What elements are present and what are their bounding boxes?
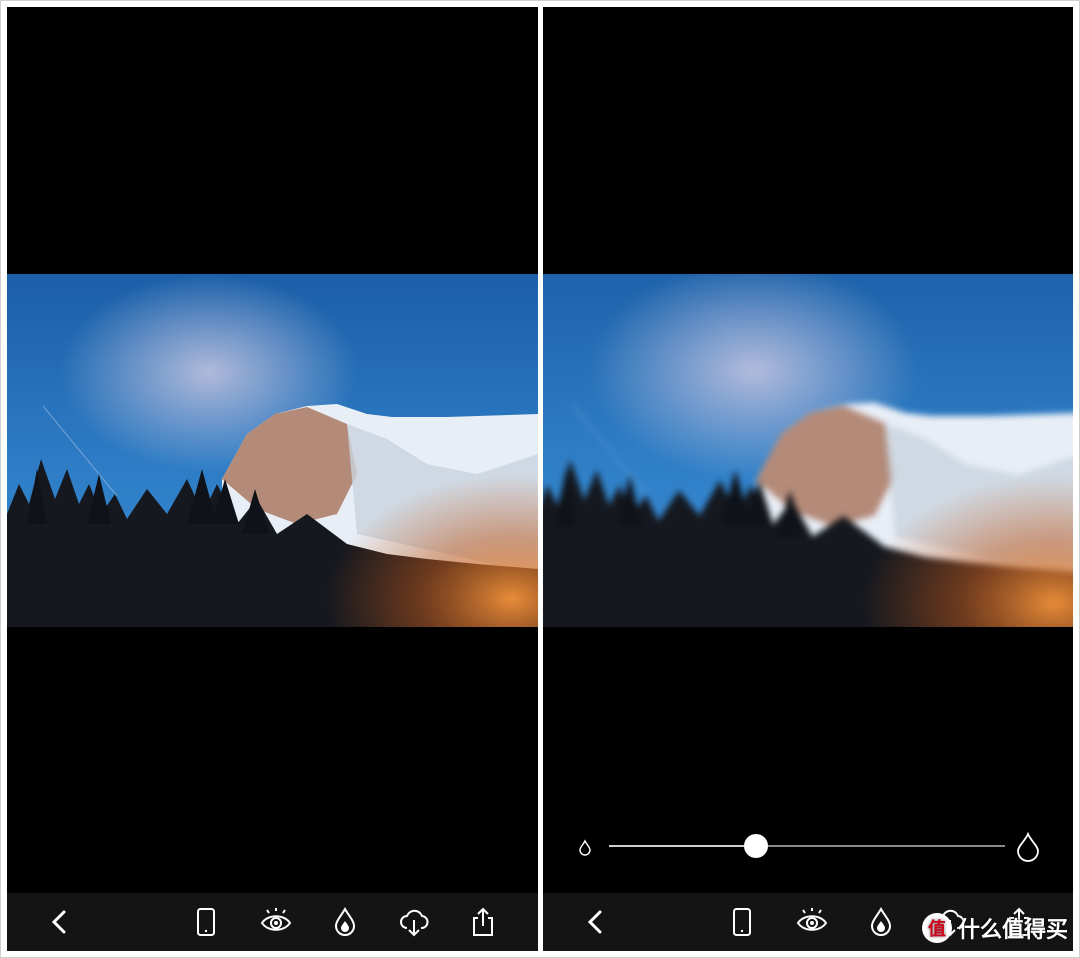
- blur-button[interactable]: [320, 893, 370, 951]
- phone-preview-button[interactable]: [181, 893, 231, 951]
- phone-preview-button[interactable]: [717, 893, 767, 951]
- phone-preview-icon: [197, 908, 215, 936]
- left-screen: [7, 7, 538, 951]
- mountain-photo: [7, 274, 538, 627]
- download-button[interactable]: [389, 893, 439, 951]
- eye-icon: [796, 908, 828, 931]
- large-drop-icon: [1017, 832, 1039, 862]
- eye-icon: [260, 908, 292, 931]
- preview-eye-button[interactable]: [251, 893, 301, 951]
- drop-icon: [870, 906, 892, 936]
- back-chevron-icon: [587, 910, 602, 934]
- blur-slider: [543, 829, 1073, 865]
- drop-icon: [334, 906, 356, 936]
- right-screen: [543, 7, 1073, 951]
- preview-eye-button[interactable]: [787, 893, 837, 951]
- slider-track[interactable]: [609, 834, 1005, 858]
- mountain-photo-blurred: [543, 274, 1073, 627]
- phone-preview-icon: [733, 908, 751, 936]
- slider-thumb[interactable]: [743, 834, 768, 858]
- blur-button[interactable]: [856, 893, 906, 951]
- bottom-toolbar: [7, 893, 538, 951]
- share-icon: [473, 907, 493, 936]
- cloud-download-icon: [400, 909, 429, 937]
- watermark-badge: 值: [921, 913, 952, 943]
- back-chevron-icon: [51, 910, 66, 934]
- watermark-text: 什么值得买: [957, 918, 1068, 943]
- slider-track-fill: [609, 845, 756, 847]
- site-watermark: 值 什么值得买: [921, 912, 1068, 944]
- back-button[interactable]: [571, 893, 621, 951]
- share-button[interactable]: [458, 893, 508, 951]
- back-button[interactable]: [35, 893, 85, 951]
- small-drop-icon: [579, 839, 591, 856]
